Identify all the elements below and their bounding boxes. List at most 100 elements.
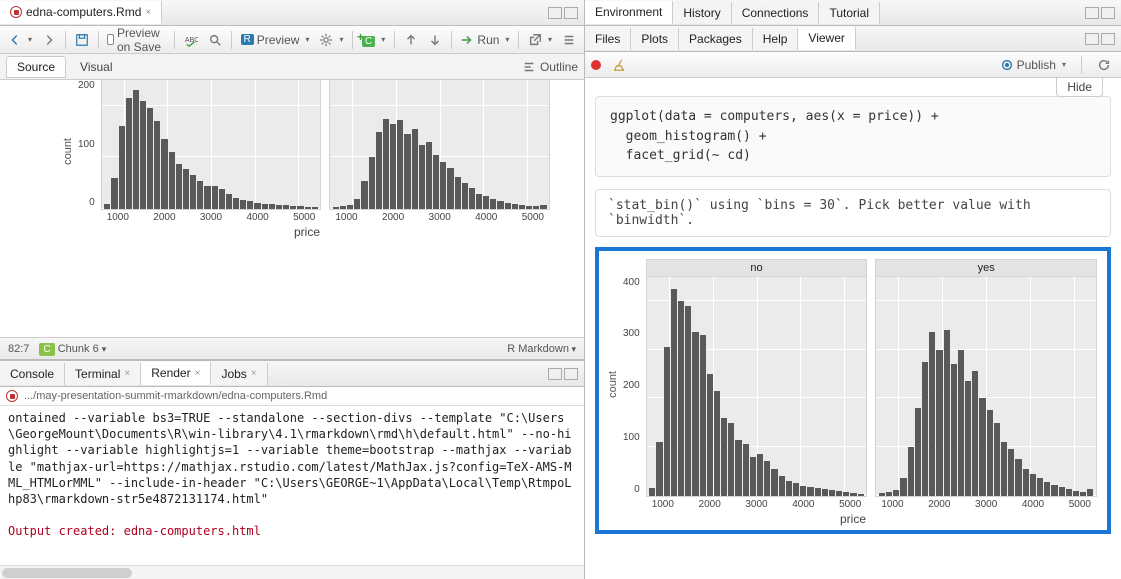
broom-icon — [613, 58, 627, 72]
source-toolbar: Preview on Save ABC R Preview C + — [0, 26, 584, 54]
cursor-position: 82:7 — [8, 343, 29, 355]
rmd-path-icon — [6, 390, 18, 402]
publish-icon — [1000, 58, 1014, 72]
close-tab-icon[interactable]: × — [145, 7, 151, 18]
r-logo-icon: R — [241, 34, 254, 45]
stop-viewer-button[interactable] — [591, 60, 601, 70]
arrow-right-icon — [42, 33, 56, 47]
rmd-file-icon — [10, 6, 22, 18]
svg-text:ABC: ABC — [185, 36, 198, 43]
minimize-pane-button[interactable] — [548, 7, 562, 19]
doc-outline-toggle[interactable] — [558, 31, 580, 49]
files-tab[interactable]: Files — [585, 28, 631, 50]
save-button[interactable] — [71, 31, 93, 49]
jobs-tab-label: Jobs — [221, 367, 246, 381]
source-statusbar: 82:7 C Chunk 6 R Markdown — [0, 337, 584, 359]
clear-viewer-button[interactable] — [609, 56, 631, 74]
viewer-chart: count4003002001000no10002000300040005000… — [605, 259, 1101, 526]
arrow-down-icon — [428, 33, 442, 47]
save-icon — [75, 33, 89, 47]
maximize-env-button[interactable] — [1101, 7, 1115, 19]
go-down-button[interactable] — [424, 31, 446, 49]
outline-label: Outline — [540, 60, 578, 74]
terminal-tab[interactable]: Terminal × — [65, 363, 141, 385]
viewer-body[interactable]: Hide ggplot(data = computers, aes(x = pr… — [585, 78, 1121, 579]
knit-preview-button[interactable]: R Preview — [237, 31, 314, 49]
arrow-left-icon — [8, 33, 22, 47]
render-tab[interactable]: Render × — [141, 362, 211, 385]
close-jobs-icon[interactable]: × — [251, 368, 257, 379]
jobs-tab[interactable]: Jobs × — [211, 363, 267, 385]
list-icon — [562, 33, 576, 47]
viewer-tab[interactable]: Viewer — [798, 27, 855, 50]
visual-mode-tab[interactable]: Visual — [70, 57, 122, 77]
close-terminal-icon[interactable]: × — [124, 368, 130, 379]
insert-chunk-button[interactable]: C + — [358, 31, 389, 49]
source-file-name: edna-computers.Rmd — [26, 5, 141, 19]
source-file-tab[interactable]: edna-computers.Rmd × — [0, 1, 162, 24]
hide-button[interactable]: Hide — [1056, 78, 1103, 97]
editor-body[interactable]: count20010001000200030004000500010002000… — [0, 80, 584, 337]
help-tab[interactable]: Help — [753, 28, 799, 50]
environment-tab[interactable]: Environment — [585, 1, 673, 24]
minimize-env-button[interactable] — [1085, 7, 1099, 19]
viewer-window-controls — [1079, 33, 1121, 45]
spellcheck-icon: ABC — [184, 33, 198, 47]
spellcheck-button[interactable]: ABC — [180, 31, 202, 49]
gear-icon — [319, 33, 333, 47]
run-button[interactable]: Run — [456, 31, 513, 49]
env-tabbar: Environment History Connections Tutorial — [585, 0, 1121, 26]
console-scrollbar[interactable] — [0, 565, 584, 579]
run-label: Run — [477, 33, 499, 47]
render-text: ontained --variable bs3=TRUE --standalon… — [8, 411, 572, 506]
scrollbar-thumb[interactable] — [2, 568, 132, 578]
refresh-viewer-button[interactable] — [1093, 56, 1115, 74]
render-path-bar: .../may-presentation-summit-rmarkdown/ed… — [0, 387, 584, 406]
tutorial-tab[interactable]: Tutorial — [819, 2, 880, 24]
viewer-message: `stat_bin()` using `bins = 30`. Pick bet… — [595, 189, 1111, 237]
search-icon — [208, 33, 222, 47]
console-pane: Console Terminal × Render × Jobs × — [0, 359, 584, 579]
chunk-badge: C — [39, 343, 54, 356]
chunk-label: Chunk 6 — [58, 343, 99, 355]
viewer-plot-frame: count4003002001000no10002000300040005000… — [595, 247, 1111, 534]
inline-chart-preview: count20010001000200030004000500010002000… — [60, 80, 554, 239]
console-window-controls — [542, 368, 584, 380]
preview-on-save-toggle[interactable]: Preview on Save — [103, 24, 169, 56]
maximize-pane-button[interactable] — [564, 7, 578, 19]
outline-button[interactable]: Outline — [522, 60, 578, 74]
env-window-controls — [1079, 7, 1121, 19]
render-output[interactable]: ontained --variable bs3=TRUE --standalon… — [0, 406, 584, 565]
checkbox-icon — [107, 34, 114, 45]
viewer-code-block: ggplot(data = computers, aes(x = price))… — [595, 96, 1111, 177]
refresh-icon — [1097, 58, 1111, 72]
publish-viewer-button[interactable]: Publish — [996, 56, 1070, 74]
packages-tab[interactable]: Packages — [679, 28, 753, 50]
nav-back-button[interactable] — [4, 31, 36, 49]
arrow-up-icon — [404, 33, 418, 47]
external-icon — [528, 33, 542, 47]
document-language[interactable]: R Markdown — [507, 343, 576, 355]
minimize-console-button[interactable] — [548, 368, 562, 380]
source-mode-tab[interactable]: Source — [6, 56, 66, 78]
source-subtabs: Source Visual Outline — [0, 54, 584, 80]
render-output-created: Output created: edna-computers.html — [8, 524, 261, 538]
chunk-navigator[interactable]: C Chunk 6 — [39, 343, 106, 355]
viewer-toolbar: Publish — [585, 52, 1121, 78]
nav-forward-button[interactable] — [38, 31, 60, 49]
maximize-console-button[interactable] — [564, 368, 578, 380]
knit-options-button[interactable] — [315, 31, 347, 49]
maximize-viewer-button[interactable] — [1101, 33, 1115, 45]
minimize-viewer-button[interactable] — [1085, 33, 1099, 45]
console-tabbar: Console Terminal × Render × Jobs × — [0, 361, 584, 387]
plots-tab[interactable]: Plots — [631, 28, 679, 50]
preview-label: Preview — [257, 33, 300, 47]
find-button[interactable] — [204, 31, 226, 49]
connections-tab[interactable]: Connections — [732, 2, 820, 24]
outline-icon — [522, 60, 536, 74]
publish-source-button[interactable] — [524, 31, 556, 49]
close-render-icon[interactable]: × — [195, 368, 201, 379]
go-up-button[interactable] — [400, 31, 422, 49]
console-tab[interactable]: Console — [0, 363, 65, 385]
history-tab[interactable]: History — [673, 2, 731, 24]
